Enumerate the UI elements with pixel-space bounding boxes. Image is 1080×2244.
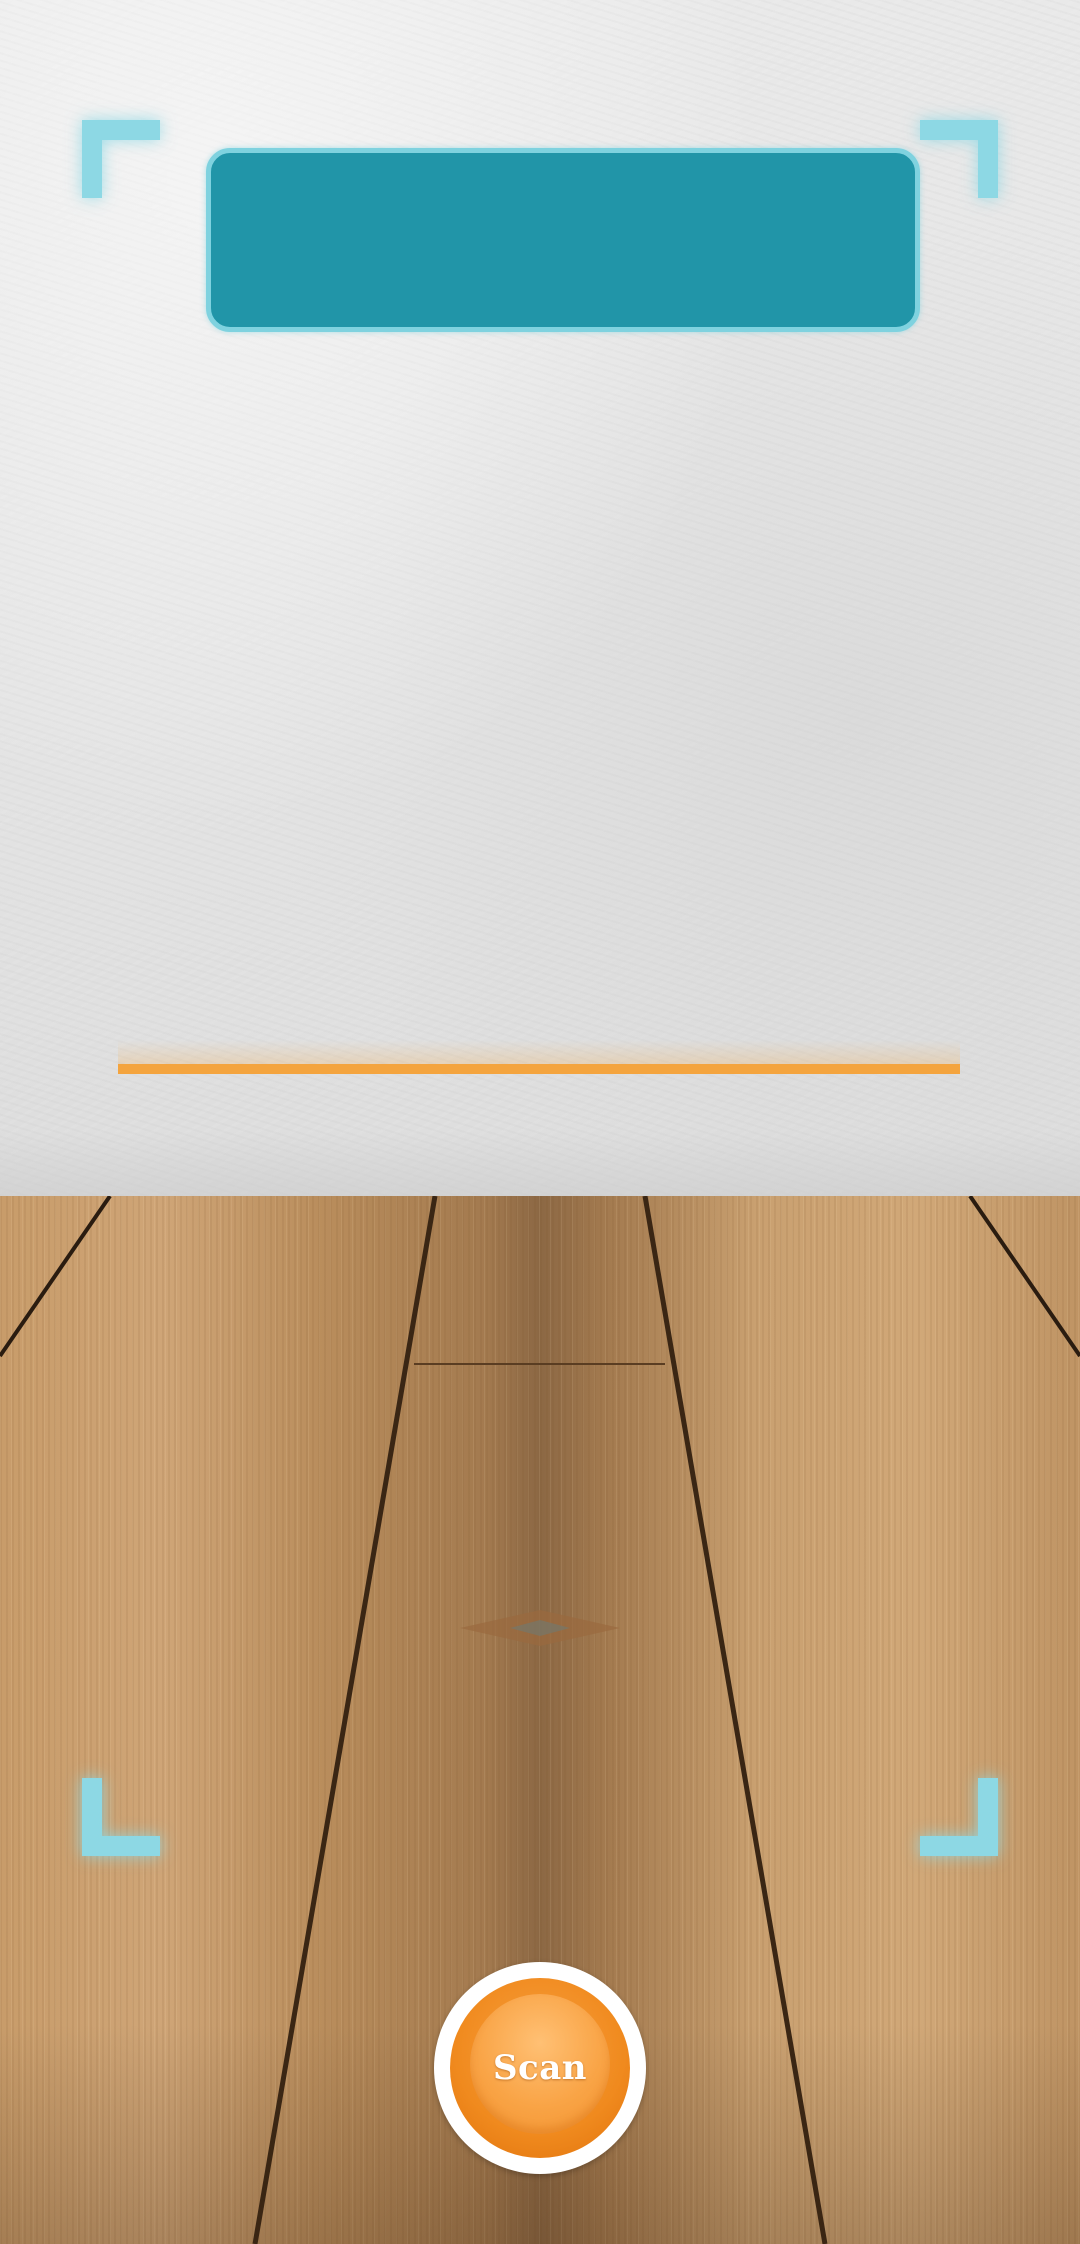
scan-button-label: Scan (492, 2048, 587, 2088)
scan-button[interactable]: Scan (434, 1962, 646, 2174)
scan-frame-corner-icon (920, 120, 998, 198)
scan-frame-corner-icon (920, 1778, 998, 1856)
top-banner (206, 148, 920, 332)
plank-seam (968, 1196, 1080, 1358)
scan-frame-corner-icon (82, 120, 160, 198)
plank-seam (0, 1196, 112, 1358)
scan-line (118, 1064, 960, 1074)
scan-frame-corner-icon (82, 1778, 160, 1856)
wall-floor-edge (0, 1130, 1080, 1200)
